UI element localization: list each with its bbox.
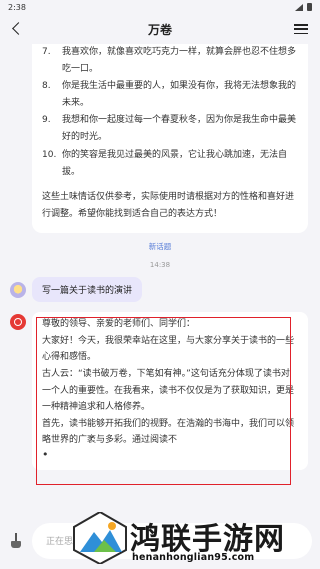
page-title: 万卷 bbox=[147, 22, 172, 37]
watermark-logo-icon bbox=[73, 512, 127, 564]
timestamp: 14:38 bbox=[149, 260, 171, 269]
typing-cursor: • bbox=[42, 448, 49, 462]
list-item: 7. 我喜欢你，就像喜欢吃巧克力一样，就算会胖也忍不住想多吃一口。 bbox=[42, 47, 297, 75]
list-item: 9. 我想和你一起度过每一个春夏秋冬，因为你是我生命中最美好的时光。 bbox=[42, 115, 297, 143]
battery-icon bbox=[307, 3, 312, 11]
user-message[interactable]: 写一篇关于读书的演讲 bbox=[32, 276, 143, 302]
status-time: 2:38 bbox=[8, 2, 26, 12]
ai-reply[interactable]: 尊敬的领导、亲爱的老师们、同学们： 大家好！今天，我很荣幸站在这里，与大家分享关… bbox=[32, 311, 308, 485]
status-icons bbox=[295, 3, 312, 11]
watermark: 鸿联手游网 henanhonglian95.com bbox=[72, 508, 320, 569]
list-item: 10. 你的笑容是我见过最美的风景，它让我心跳加速，无法自拔。 bbox=[42, 149, 288, 177]
signal-icon bbox=[295, 3, 303, 11]
reply-closing: 这些土味情话仅供参考，实际使用时请根据对方的性格和喜好进行调整。希望你能找到适合… bbox=[42, 191, 295, 219]
chat-area[interactable]: 7. 我喜欢你，就像喜欢吃巧克力一样，就算会胖也忍不住想多吃一口。 8. 你是我… bbox=[0, 44, 320, 512]
reply-paragraph: 古人云：“读书破万卷，下笔如有神。”这句话充分体现了读书对一个人的重要性。在我看… bbox=[42, 368, 295, 413]
back-arrow-icon[interactable] bbox=[10, 21, 26, 37]
reply-paragraph: 大家好！今天，我很荣幸站在这里，与大家分享关于读书的一些心得和感悟。 bbox=[42, 335, 295, 363]
header: 万卷 bbox=[0, 14, 320, 44]
new-topic-link[interactable]: 新话题 bbox=[0, 241, 320, 252]
list-item: 8. 你是我生活中最重要的人，如果没有你，我将无法想象我的未来。 bbox=[42, 81, 297, 109]
previous-ai-reply: 7. 我喜欢你，就像喜欢吃巧克力一样，就算会胖也忍不住想多吃一口。 8. 你是我… bbox=[32, 44, 308, 233]
user-message-row: 写一篇关于读书的演讲 bbox=[10, 276, 308, 302]
reply-paragraph: 尊敬的领导、亲爱的老师们、同学们： bbox=[42, 318, 196, 329]
watermark-url: henanhonglian95.com bbox=[132, 552, 255, 563]
clear-chat-icon[interactable] bbox=[8, 532, 24, 549]
user-avatar bbox=[10, 281, 26, 298]
ai-message-row: 尊敬的领导、亲爱的老师们、同学们： 大家好！今天，我很荣幸站在这里，与大家分享关… bbox=[10, 311, 308, 485]
reply-paragraph: 首先，读书能够开拓我们的视野。在浩瀚的书海中，我们可以领略世界的广袤与多彩。通过… bbox=[42, 418, 295, 446]
ai-avatar bbox=[10, 313, 26, 330]
menu-icon[interactable] bbox=[294, 22, 308, 36]
status-bar: 2:38 bbox=[0, 0, 320, 14]
